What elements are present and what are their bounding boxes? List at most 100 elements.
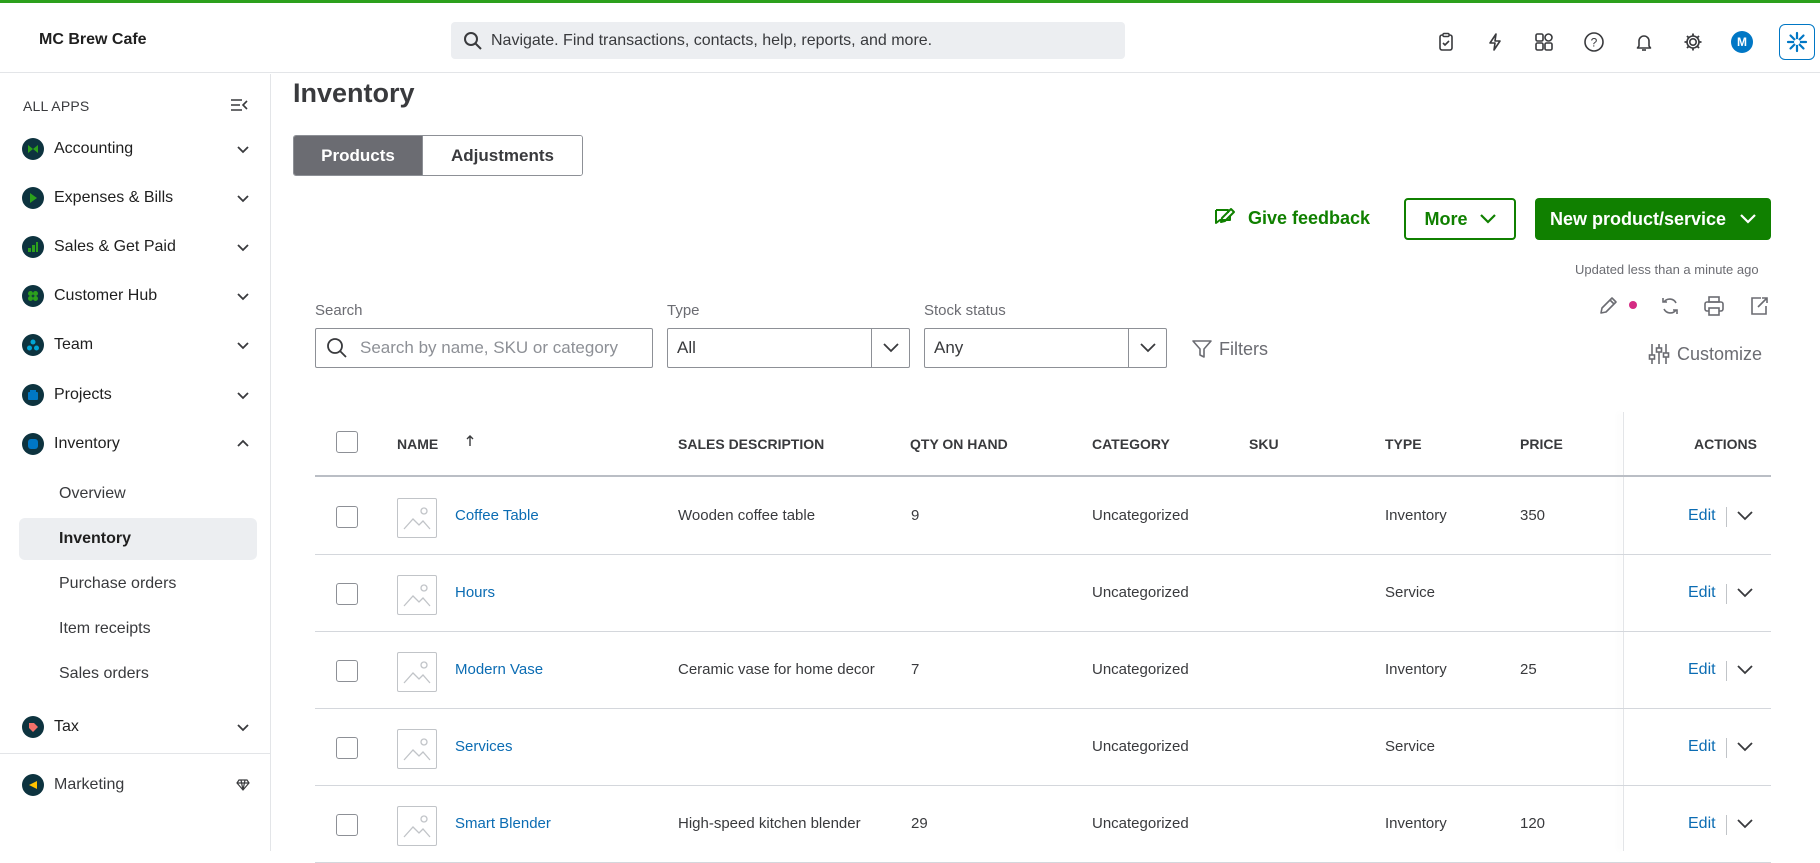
sort-up-icon[interactable] — [465, 434, 475, 453]
chevron-down-icon[interactable] — [1737, 816, 1753, 834]
search-icon — [464, 31, 482, 50]
column-header-sku[interactable]: SKU — [1249, 436, 1279, 452]
row-edit-link[interactable]: Edit — [1688, 661, 1716, 679]
sidebar-item-sales[interactable]: Sales & Get Paid — [22, 229, 250, 265]
row-qty: 29 — [911, 815, 928, 832]
tasks-icon[interactable] — [1434, 30, 1458, 54]
row-qty: 9 — [911, 507, 920, 524]
sidebar-item-label: Customer Hub — [54, 287, 158, 304]
stock-status-select[interactable]: Any — [924, 328, 1167, 368]
row-checkbox[interactable] — [336, 660, 358, 682]
sidebar-sub-purchase-orders[interactable]: Purchase orders — [59, 575, 176, 593]
search-label: Search — [315, 302, 363, 319]
sidebar-sub-sales-orders[interactable]: Sales orders — [59, 665, 149, 683]
tab-group: Products Adjustments — [293, 135, 583, 176]
row-description: Wooden coffee table — [678, 507, 816, 524]
apps-icon[interactable] — [1532, 30, 1556, 54]
avatar[interactable]: M — [1731, 31, 1753, 53]
sidebar-sub-overview[interactable]: Overview — [59, 485, 126, 503]
chevron-down-icon[interactable] — [1737, 739, 1753, 757]
give-feedback-label: Give feedback — [1248, 207, 1371, 228]
row-qty: 7 — [911, 661, 920, 678]
sidebar-item-projects[interactable]: Projects — [22, 377, 250, 413]
customize-button[interactable]: Customize — [1647, 342, 1762, 366]
chevron-down-icon[interactable] — [1737, 508, 1753, 526]
row-category: Uncategorized — [1092, 815, 1189, 832]
column-header-price[interactable]: PRICE — [1520, 436, 1563, 452]
row-name-link[interactable]: Hours — [455, 584, 495, 601]
table-row[interactable]: Modern Vase Ceramic vase for home decor … — [315, 632, 1771, 709]
column-header-qty[interactable]: QTY ON HAND — [910, 436, 1008, 452]
global-search-input[interactable]: Navigate. Find transactions, contacts, h… — [451, 22, 1125, 59]
diamond-icon — [236, 779, 250, 791]
row-edit-link[interactable]: Edit — [1688, 738, 1716, 756]
sidebar-item-tax[interactable]: Tax — [22, 709, 250, 745]
edit-pencil-icon[interactable] — [1597, 295, 1619, 322]
sidebar-item-customer-hub[interactable]: Customer Hub — [22, 278, 250, 314]
table-row[interactable]: Services Uncategorized Service Edit — [315, 709, 1771, 786]
inventory-icon — [22, 433, 44, 455]
divider — [1726, 661, 1727, 681]
sidebar-item-expenses[interactable]: Expenses & Bills — [22, 180, 250, 216]
tab-adjustments[interactable]: Adjustments — [422, 136, 582, 175]
type-select-value: All — [677, 338, 696, 357]
refresh-icon[interactable] — [1659, 295, 1681, 322]
row-checkbox[interactable] — [336, 814, 358, 836]
chevron-down-icon[interactable] — [1737, 662, 1753, 680]
row-name-link[interactable]: Services — [455, 738, 513, 755]
print-icon[interactable] — [1703, 295, 1725, 322]
filter-icon — [1192, 340, 1212, 358]
sidebar-sub-inventory-active[interactable] — [19, 518, 257, 560]
sidebar-item-label: Marketing — [54, 776, 125, 793]
table-row[interactable]: Smart Blender High-speed kitchen blender… — [315, 786, 1771, 863]
more-button[interactable]: More — [1404, 198, 1516, 240]
sidebar-item-inventory[interactable]: Inventory — [22, 426, 250, 462]
row-name-link[interactable]: Coffee Table — [455, 507, 539, 524]
product-search-input[interactable]: Search by name, SKU or category — [315, 328, 653, 368]
bell-icon[interactable] — [1632, 30, 1656, 54]
sidebar-sub-inventory[interactable]: Inventory — [59, 530, 131, 548]
column-header-description[interactable]: SALES DESCRIPTION — [678, 436, 824, 452]
give-feedback-link[interactable]: Give feedback — [1212, 206, 1370, 230]
row-name-link[interactable]: Smart Blender — [455, 815, 551, 832]
sidebar-item-accounting[interactable]: Accounting — [22, 131, 250, 167]
lightning-icon[interactable] — [1483, 30, 1507, 54]
row-checkbox[interactable] — [336, 506, 358, 528]
company-name[interactable]: MC Brew Cafe — [39, 31, 147, 49]
row-name-link[interactable]: Modern Vase — [455, 661, 543, 678]
row-edit-link[interactable]: Edit — [1688, 584, 1716, 602]
row-type: Service — [1385, 738, 1436, 755]
expenses-icon — [22, 187, 44, 209]
table-header: NAME SALES DESCRIPTION QTY ON HAND CATEG… — [315, 414, 1771, 477]
row-description: Ceramic vase for home decor — [678, 661, 875, 678]
all-apps-label: ALL APPS — [23, 98, 90, 114]
image-placeholder-icon — [397, 652, 437, 692]
divider — [1726, 584, 1727, 604]
help-icon[interactable]: ? — [1582, 30, 1606, 54]
type-select[interactable]: All — [667, 328, 910, 368]
row-checkbox[interactable] — [336, 583, 358, 605]
select-all-checkbox[interactable] — [336, 431, 358, 453]
assistant-icon[interactable] — [1779, 24, 1815, 60]
chevron-down-icon[interactable] — [1737, 585, 1753, 603]
export-icon[interactable] — [1748, 295, 1770, 322]
new-product-service-button[interactable]: New product/service — [1535, 198, 1771, 240]
sidebar-item-team[interactable]: Team — [22, 327, 250, 363]
sidebar-item-marketing[interactable]: Marketing — [22, 767, 250, 803]
table-row[interactable]: Coffee Table Wooden coffee table 9 Uncat… — [315, 478, 1771, 555]
sidebar-sub-item-receipts[interactable]: Item receipts — [59, 620, 151, 638]
collapse-sidebar-icon[interactable] — [229, 97, 249, 118]
tab-products[interactable]: Products — [294, 136, 422, 175]
gear-icon[interactable] — [1681, 30, 1705, 54]
row-edit-link[interactable]: Edit — [1688, 507, 1716, 525]
row-edit-link[interactable]: Edit — [1688, 815, 1716, 833]
filters-button[interactable]: Filters — [1191, 338, 1268, 360]
updated-timestamp: Updated less than a minute ago — [1575, 262, 1759, 277]
row-checkbox[interactable] — [336, 737, 358, 759]
column-header-category[interactable]: CATEGORY — [1092, 436, 1170, 452]
column-header-name[interactable]: NAME — [397, 436, 438, 452]
column-header-type[interactable]: TYPE — [1385, 436, 1422, 452]
customize-label: Customize — [1677, 343, 1763, 364]
status-dot — [1629, 301, 1637, 309]
table-row[interactable]: Hours Uncategorized Service Edit — [315, 555, 1771, 632]
